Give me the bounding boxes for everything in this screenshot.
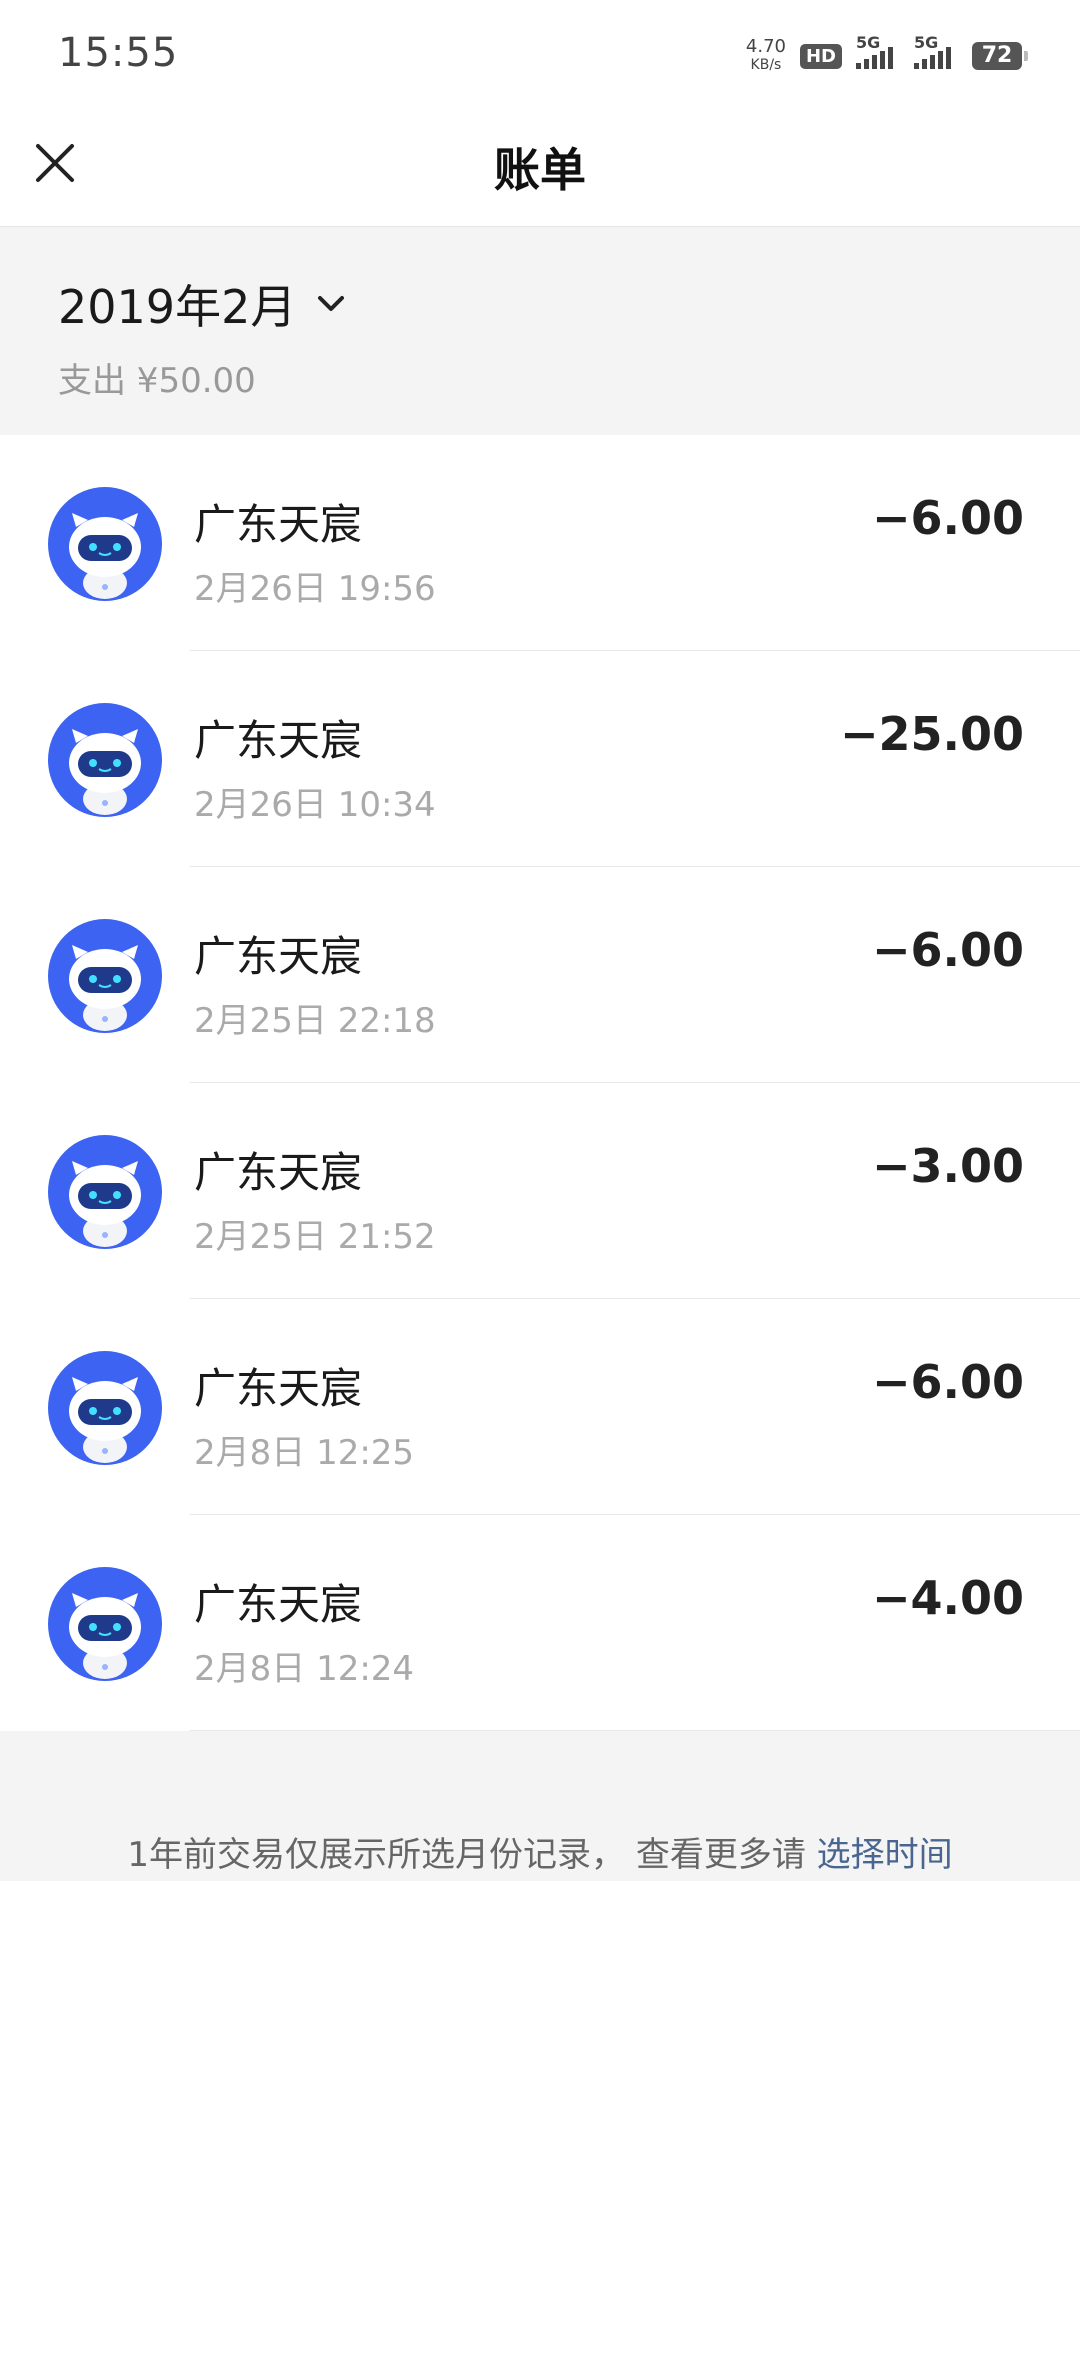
robot-avatar-icon [48, 703, 162, 817]
merchant-name: 广东天宸 [194, 500, 363, 549]
hd-icon: HD [799, 43, 842, 69]
status-bar: 15:55 4.70 KB/s HD 5G 5G 72 [0, 0, 1080, 110]
transaction-time: 2月8日 12:24 [194, 1649, 415, 1689]
battery-icon: 72 [972, 42, 1028, 70]
transaction-amount: −6.00 [871, 1355, 1024, 1409]
footer: 1年前交易仅展示所选月份记录， 查看更多请 选择时间 [0, 1731, 1080, 1881]
merchant-avatar [48, 1351, 162, 1465]
merchant-avatar [48, 1567, 162, 1681]
merchant-avatar [48, 1135, 162, 1249]
transaction-time: 2月25日 22:18 [194, 1001, 436, 1041]
transaction-amount: −6.00 [871, 491, 1024, 545]
merchant-avatar [48, 703, 162, 817]
chevron-down-icon [318, 296, 345, 311]
robot-avatar-icon [48, 919, 162, 1033]
signal-icon-2: 5G [914, 33, 958, 69]
transaction-amount: −6.00 [871, 923, 1024, 977]
robot-avatar-icon [48, 1135, 162, 1249]
month-picker[interactable]: 2019年2月 [58, 271, 348, 337]
transaction-time: 2月26日 10:34 [194, 785, 436, 825]
merchant-avatar [48, 919, 162, 1033]
transaction-time: 2月8日 12:25 [194, 1433, 415, 1473]
transaction-row[interactable]: 广东天宸 2月25日 21:52 −3.00 [0, 1083, 1080, 1299]
merchant-name: 广东天宸 [194, 716, 363, 765]
transaction-time: 2月25日 21:52 [194, 1217, 436, 1257]
transaction-row[interactable]: 广东天宸 2月26日 10:34 −25.00 [0, 651, 1080, 867]
network-type-1: 5G [856, 33, 881, 52]
robot-avatar-icon [48, 487, 162, 601]
transaction-list: 广东天宸 2月26日 19:56 −6.00 广东天宸 2月26日 10:34 … [0, 435, 1080, 1731]
merchant-name: 广东天宸 [194, 1364, 363, 1413]
signal-icon-1: 5G [856, 33, 900, 69]
merchant-name: 广东天宸 [194, 932, 363, 981]
merchant-avatar [48, 487, 162, 601]
spend-total: 支出 ¥50.00 [58, 361, 256, 401]
status-icons: 4.70 KB/s HD 5G 5G 72 [746, 33, 1028, 76]
transaction-amount: −4.00 [871, 1571, 1024, 1625]
robot-avatar-icon [48, 1567, 162, 1681]
transaction-amount: −3.00 [871, 1139, 1024, 1193]
transaction-row[interactable]: 广东天宸 2月8日 12:25 −6.00 [0, 1299, 1080, 1515]
select-time-link[interactable]: 选择时间 [817, 1835, 953, 1875]
network-speed-unit: KB/s [750, 57, 782, 73]
page-title: 账单 [494, 143, 586, 197]
transaction-row[interactable]: 广东天宸 2月25日 22:18 −6.00 [0, 867, 1080, 1083]
merchant-name: 广东天宸 [194, 1148, 363, 1197]
month-summary: 2019年2月 支出 ¥50.00 [0, 227, 1080, 435]
status-time: 15:55 [58, 30, 179, 76]
transaction-amount: −25.00 [839, 707, 1024, 761]
app-header: 账单 [0, 110, 1080, 227]
network-speed-value: 4.70 [745, 36, 786, 57]
footer-notice-text: 1年前交易仅展示所选月份记录， 查看更多请 [127, 1835, 817, 1875]
transaction-row[interactable]: 广东天宸 2月26日 19:56 −6.00 [0, 435, 1080, 651]
footer-notice: 1年前交易仅展示所选月份记录， 查看更多请 选择时间 [0, 1827, 1080, 1876]
transaction-row[interactable]: 广东天宸 2月8日 12:24 −4.00 [0, 1515, 1080, 1731]
transaction-time: 2月26日 19:56 [194, 569, 436, 609]
month-label: 2019年2月 [58, 280, 297, 334]
network-type-2: 5G [914, 33, 939, 52]
network-speed: 4.70 KB/s [746, 38, 786, 74]
merchant-name: 广东天宸 [194, 1580, 363, 1629]
robot-avatar-icon [48, 1351, 162, 1465]
